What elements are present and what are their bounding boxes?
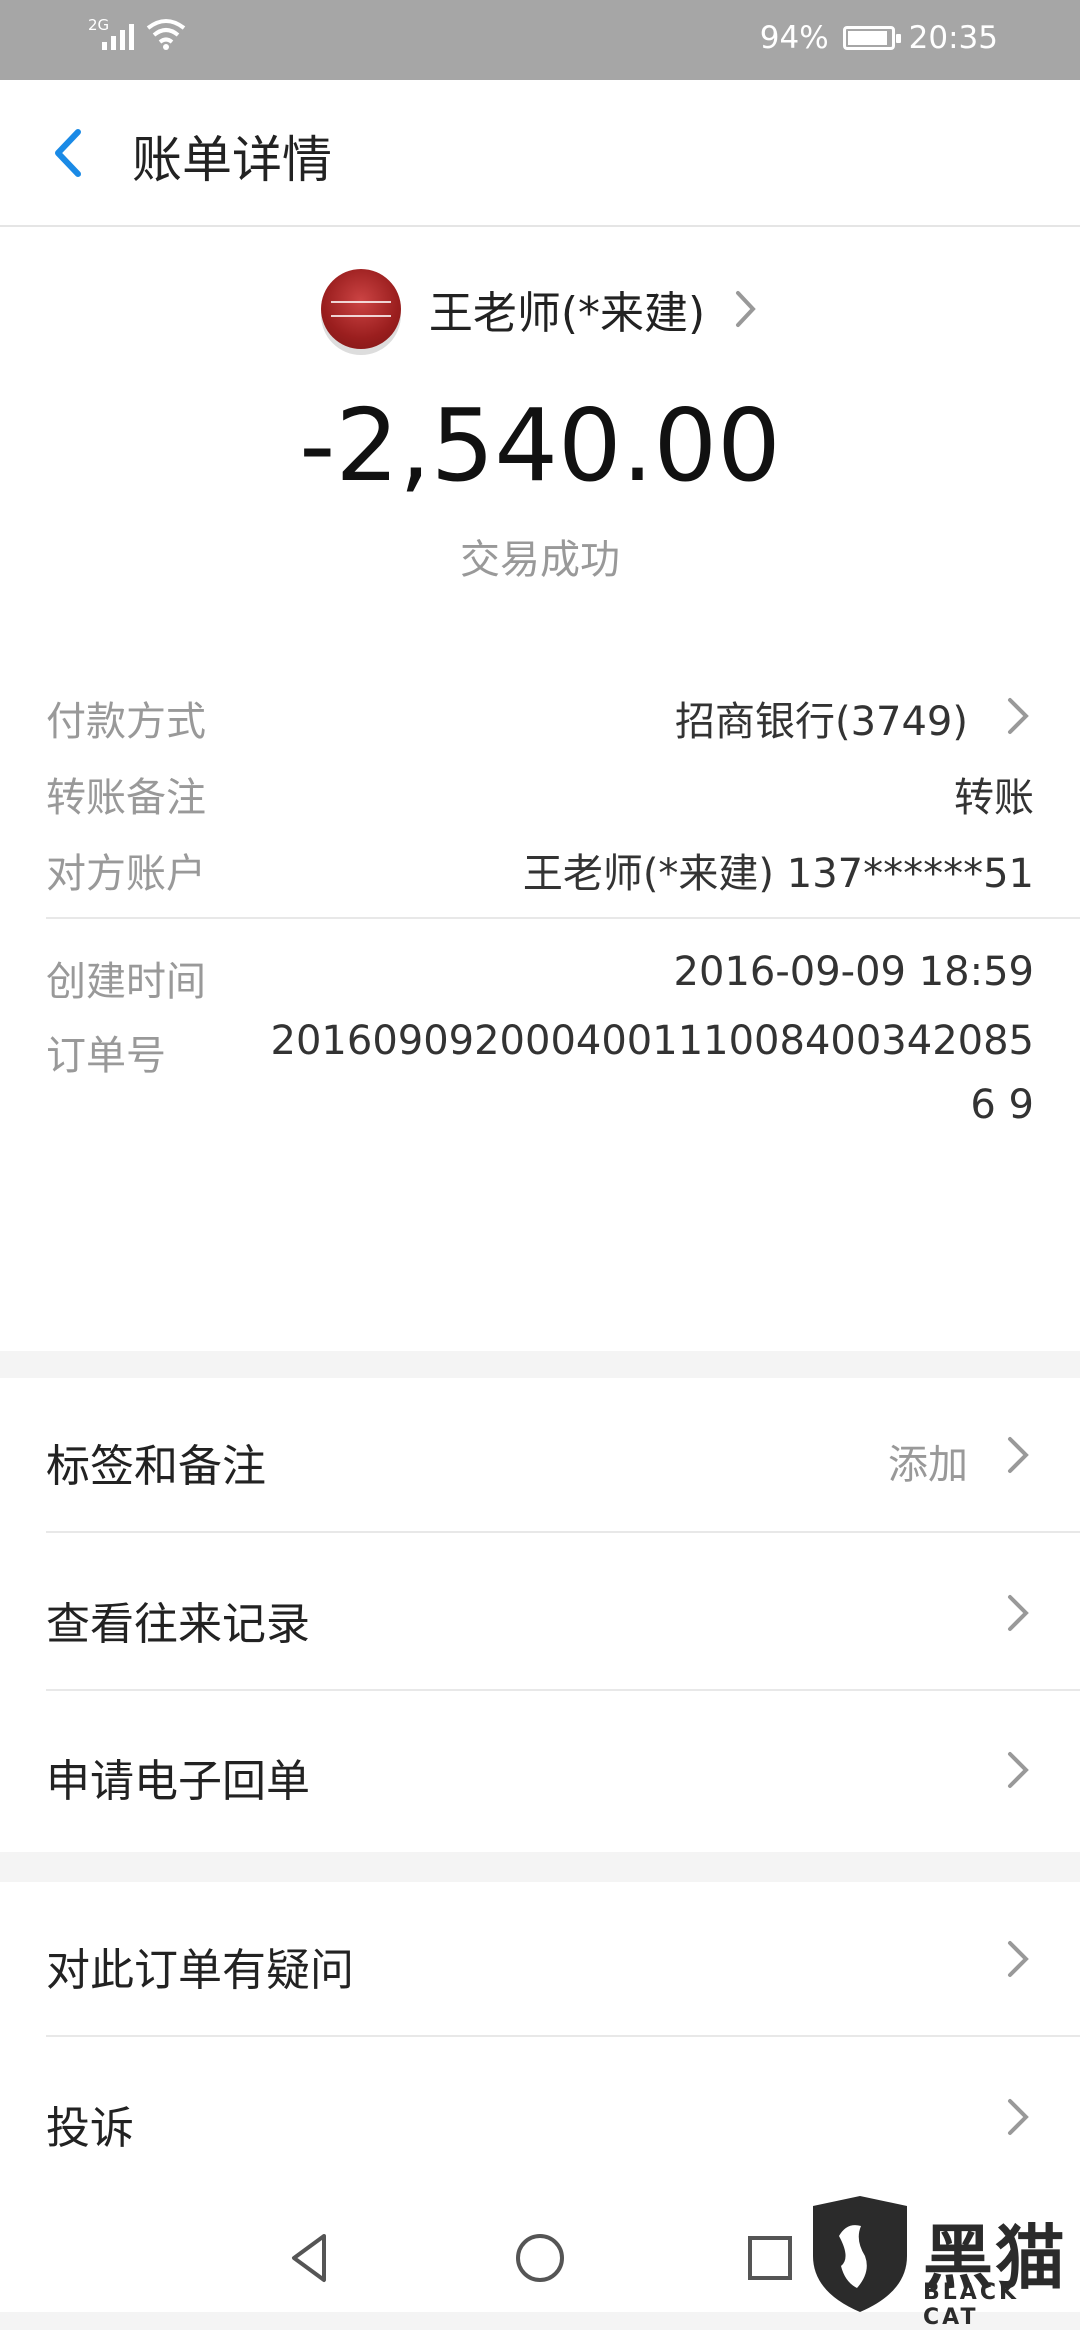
divider (46, 917, 1080, 919)
payment-method-label: 付款方式 (46, 699, 206, 745)
counterparty-value: 王老师(*来建) 137******51 (522, 851, 1034, 897)
menu-item-history[interactable]: 查看往来记录 (0, 1536, 1080, 1691)
chevron-right-icon (1008, 1437, 1029, 1473)
watermark: 黑猫 BLACK CAT (805, 2196, 1080, 2330)
chevron-left-icon[interactable] (36, 118, 106, 188)
avatar (320, 269, 401, 349)
nav-header: 账单详情 (0, 80, 1080, 227)
counterparty-label: 对方账户 (46, 851, 206, 897)
menu-card: 对此订单有疑问 投诉 (0, 1882, 1080, 2202)
created-time-value: 2016-09-09 18:59 (673, 949, 1034, 995)
cat-shield-icon (813, 2196, 907, 2312)
menu-item-label: 投诉 (46, 2103, 134, 2154)
chevron-right-icon[interactable] (1004, 693, 1034, 739)
amount: -2,540.00 (299, 387, 781, 504)
home-circle-icon[interactable] (510, 2228, 570, 2288)
battery-icon (842, 26, 901, 50)
network-type: 2G (88, 16, 110, 34)
menu-card: 标签和备注 添加 查看往来记录 申请电子回单 (0, 1378, 1080, 1852)
chevron-right-icon (736, 291, 756, 327)
divider (46, 1689, 1080, 1691)
menu-item-label: 标签和备注 (46, 1441, 266, 1492)
status-right: 94% 20:35 (760, 20, 998, 56)
recents-square-icon[interactable] (740, 2228, 800, 2288)
divider (46, 1531, 1080, 1533)
menu-item-label: 申请电子回单 (46, 1756, 310, 1807)
chevron-right-icon (1008, 1752, 1029, 1788)
bill-detail-card: 王老师(*来建) -2,540.00 交易成功 付款方式 招商银行(3749) … (0, 227, 1080, 1351)
clock: 20:35 (908, 20, 998, 56)
order-number-value: 2016090920004001110084003420856 9 (270, 1018, 1034, 1128)
transfer-note-value: 转账 (954, 775, 1034, 821)
menu-item-label: 对此订单有疑问 (46, 1945, 354, 1996)
back-triangle-icon[interactable] (280, 2228, 340, 2288)
transaction-status: 交易成功 (460, 537, 620, 583)
status-left: 2G (88, 16, 186, 50)
payee-row[interactable]: 王老师(*来建) (0, 269, 1080, 349)
divider (46, 2035, 1080, 2037)
watermark-subtext: BLACK CAT (923, 2280, 1020, 2330)
payment-method-value[interactable]: 招商银行(3749) (675, 689, 968, 747)
chevron-right-icon (1008, 1941, 1029, 1977)
menu-item-tags-notes[interactable]: 标签和备注 添加 (0, 1378, 1080, 1533)
menu-item-order-question[interactable]: 对此订单有疑问 (0, 1882, 1080, 2037)
chevron-right-icon (1008, 1595, 1029, 1631)
status-bar: 2G 94% 20:35 (0, 0, 1080, 80)
battery-percent: 94% (759, 20, 829, 56)
chevron-right-icon (1008, 2099, 1029, 2135)
menu-item-e-receipt[interactable]: 申请电子回单 (0, 1693, 1080, 1848)
wifi-icon (146, 19, 186, 50)
order-number-label: 订单号 (46, 1033, 166, 1079)
transfer-note-label: 转账备注 (46, 775, 206, 821)
menu-item-label: 查看往来记录 (46, 1599, 310, 1650)
payee-name: 王老师(*来建) (428, 288, 706, 339)
page-title: 账单详情 (132, 131, 332, 189)
menu-item-complaint[interactable]: 投诉 (0, 2040, 1080, 2195)
created-time-label: 创建时间 (46, 959, 206, 1005)
battery-level (847, 31, 887, 45)
add-action[interactable]: 添加 (888, 1432, 968, 1490)
